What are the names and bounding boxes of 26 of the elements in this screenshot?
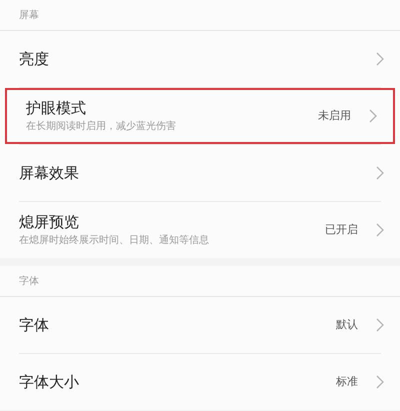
section-header: 字体 [19, 274, 39, 288]
chevron-icon [369, 109, 377, 123]
row-subtitle: 在长期阅读时启用，减少蓝光伤害 [26, 120, 177, 134]
row-value: 已开启 [325, 222, 358, 238]
row-title: 护眼模式 [26, 98, 87, 118]
settings-row[interactable]: 字体大小 标准 [0, 354, 400, 410]
row-title: 字体 [19, 315, 50, 335]
settings-row[interactable]: 护眼模式 在长期阅读时启用，减少蓝光伤害 未启用 [5, 88, 395, 144]
row-title: 字体大小 [19, 372, 80, 392]
row-value: 标准 [336, 374, 358, 390]
chevron-icon [376, 52, 384, 66]
row-title: 熄屏预览 [19, 212, 80, 232]
section-header: 屏幕 [19, 8, 39, 22]
row-value: 未启用 [318, 108, 351, 124]
chevron-icon [376, 223, 384, 237]
row-subtitle: 在熄屏时始终展示时间、日期、通知等信息 [19, 234, 210, 248]
settings-row[interactable]: 字体 默认 [0, 297, 400, 353]
settings-row[interactable]: 亮度 [0, 31, 400, 87]
chevron-icon [376, 318, 384, 332]
chevron-icon [376, 375, 384, 389]
row-title: 屏幕效果 [19, 163, 80, 183]
settings-row[interactable]: 熄屏预览 在熄屏时始终展示时间、日期、通知等信息 已开启 [0, 202, 400, 258]
row-title: 亮度 [19, 49, 50, 69]
row-value: 默认 [336, 316, 358, 333]
settings-row[interactable]: 屏幕效果 [0, 145, 400, 201]
chevron-icon [376, 166, 384, 180]
